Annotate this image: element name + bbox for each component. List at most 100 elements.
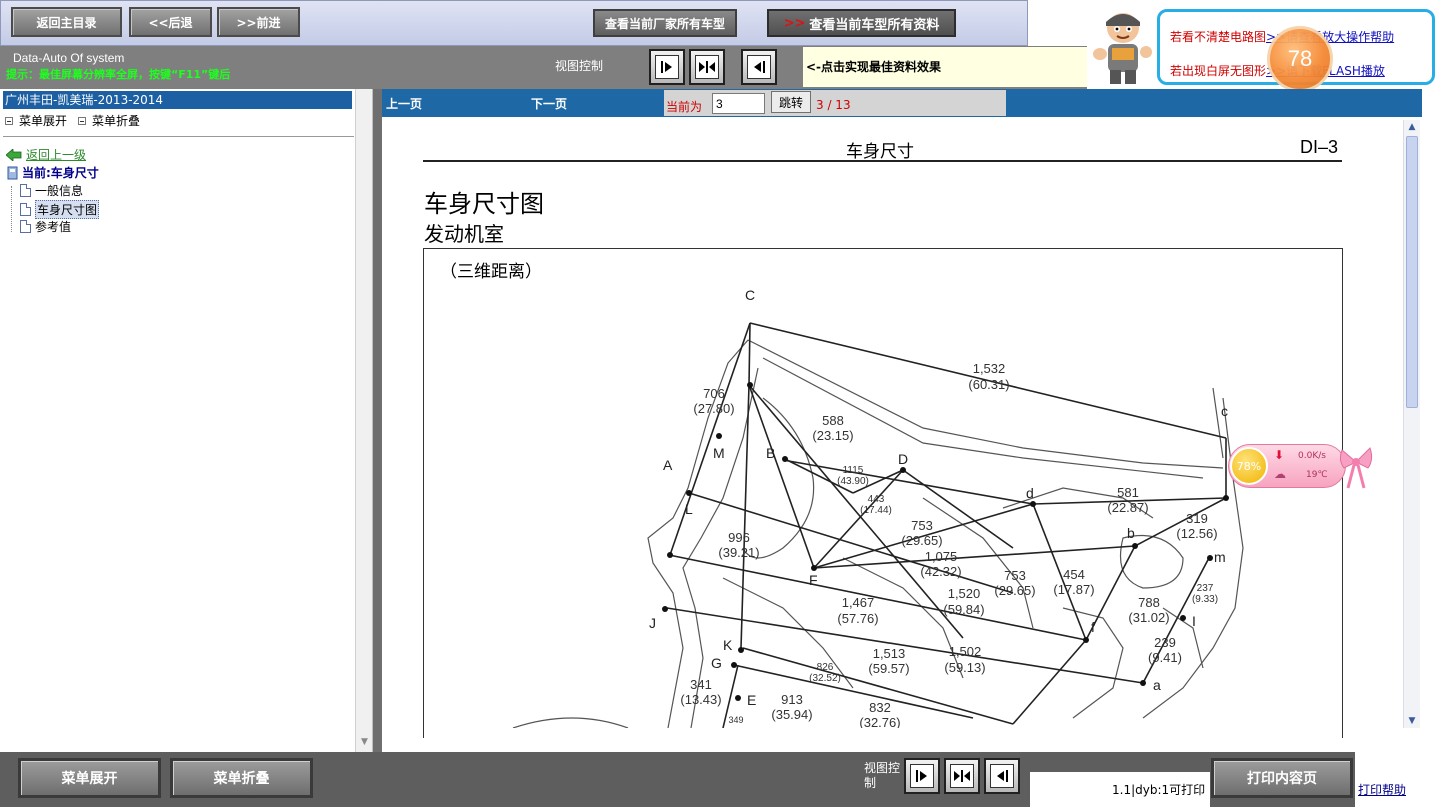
dim-inch: (32.76): [859, 715, 900, 728]
engine-compartment-diagram: C c A M B D d L b m F J K G E I f a 1,53…: [512, 287, 1244, 728]
menu-collapse-button[interactable]: 菜单折叠: [170, 758, 313, 798]
dim-inch: (9.41): [1148, 650, 1182, 665]
jump-button[interactable]: 跳转: [771, 91, 811, 113]
sidebar-item-body-dimensions[interactable]: 车身尺寸图: [20, 200, 100, 219]
sidebar-item-label: 车身尺寸图: [35, 200, 100, 219]
view-fit-left-button-bottom[interactable]: [904, 758, 940, 794]
dim-inch: (22.87): [1107, 500, 1148, 515]
view-fit-both-button-bottom[interactable]: [944, 758, 980, 794]
point-labels: C c A M B D d L b m F J K G E I f a: [649, 287, 1228, 708]
dim-value: 1,467: [842, 595, 875, 610]
green-back-arrow-icon: [6, 148, 22, 161]
view-note: <-点击实现最佳资料效果: [806, 60, 942, 74]
resolution-hint: 提示：最佳屏幕分辨率全屏，按键“F11”键后: [6, 68, 231, 81]
divider: [3, 136, 354, 137]
dim-value: 706: [703, 386, 725, 401]
back-up-link[interactable]: 返回上一级: [6, 146, 86, 163]
tree-expand-toggle[interactable]: 菜单展开: [5, 112, 67, 129]
mechanic-mascot-icon: [1093, 13, 1152, 84]
back-up-label: 返回上一级: [26, 148, 87, 162]
point-label: B: [766, 445, 775, 461]
home-button[interactable]: 返回主目录: [11, 7, 122, 37]
document-scrollbar[interactable]: ▲ ▼: [1403, 120, 1420, 728]
point-label: I: [1192, 613, 1196, 629]
dim-inch: (35.94): [771, 707, 812, 722]
point-label: A: [663, 457, 673, 473]
dim-value: 239: [1154, 635, 1176, 650]
network-weather-widget[interactable]: 78% ⬇ 0.0K/s ☁ 19℃: [1228, 440, 1374, 492]
dim-value: 913: [781, 692, 803, 707]
tree-collapse-toggle[interactable]: 菜单折叠: [78, 112, 140, 129]
dim-inch: (12.56): [1176, 526, 1217, 541]
forward-button[interactable]: >>前进: [217, 7, 300, 37]
view-fit-both-button[interactable]: [689, 49, 725, 85]
dim-value: 454: [1063, 567, 1085, 582]
point-label: b: [1127, 525, 1135, 541]
page-number-input[interactable]: [712, 93, 765, 114]
point-label: m: [1214, 549, 1226, 565]
point-label: E: [747, 692, 756, 708]
document-icon: [20, 203, 31, 216]
sidebar-item-general-info[interactable]: 一般信息: [20, 182, 83, 199]
dim-value: 996: [728, 530, 750, 545]
sidebar-item-reference-values[interactable]: 参考值: [20, 218, 71, 235]
widget-temperature: 19℃: [1306, 470, 1328, 480]
dim-inch: (57.76): [837, 611, 878, 626]
scroll-down-icon[interactable]: ▼: [358, 737, 371, 750]
cloud-icon: ☁: [1274, 467, 1286, 481]
arrows-inward-icon: [699, 61, 715, 73]
system-title: Data-Auto Of system: [13, 51, 125, 65]
dim-inch: (43.90): [837, 476, 869, 487]
scroll-thumb[interactable]: [1406, 136, 1418, 408]
point-label: F: [809, 572, 818, 588]
dim-inch: (23.15): [812, 428, 853, 443]
dim-inch: (29.65): [901, 533, 942, 548]
dim-inch: (31.02): [1128, 610, 1169, 625]
scroll-up-icon[interactable]: ▲: [1405, 120, 1419, 134]
scroll-down-icon[interactable]: ▼: [1405, 714, 1419, 728]
arrow-right-icon: [661, 61, 672, 73]
point-label: D: [898, 451, 908, 467]
tree-expand-label: 菜单展开: [19, 114, 68, 128]
dim-value: 349: [728, 715, 743, 725]
document-icon: [20, 220, 31, 233]
floating-badge[interactable]: 78: [1267, 26, 1333, 92]
dim-inch: (29.65): [994, 583, 1035, 598]
next-page-link[interactable]: 下一页: [531, 95, 567, 112]
view-control-label: 视图控制: [555, 59, 604, 73]
all-models-button[interactable]: 查看当前厂家所有车型: [593, 9, 737, 37]
prev-page-link[interactable]: 上一页: [386, 95, 422, 112]
folder-node-icon: [7, 166, 18, 179]
expand-icon: [5, 116, 13, 125]
print-info: 1.1|dyb:1可打印: [1112, 783, 1206, 797]
view-fit-right-button[interactable]: [741, 49, 777, 85]
dim-value: 1,502: [949, 644, 982, 659]
panel-splitter[interactable]: [373, 89, 382, 752]
point-label: a: [1153, 677, 1161, 693]
sidebar-scrollbar[interactable]: ▼: [355, 89, 372, 752]
print-page-button[interactable]: 打印内容页: [1211, 758, 1353, 798]
ribbon-bow-icon: [1339, 447, 1373, 489]
dim-inch: (9.33): [1192, 594, 1218, 605]
sidebar-item-label: 一般信息: [35, 184, 84, 198]
sidebar: 广州丰田-凯美瑞-2013-2014 菜单展开 菜单折叠 返回上一级 当前:车身…: [0, 89, 373, 752]
view-fit-left-button[interactable]: [649, 49, 685, 85]
dim-value: 443: [868, 494, 885, 505]
dim-value: 581: [1117, 485, 1139, 500]
menu-expand-button[interactable]: 菜单展开: [18, 758, 161, 798]
vehicle-title: 广州丰田-凯美瑞-2013-2014: [3, 91, 352, 109]
all-data-button[interactable]: >> 查看当前车型所有资料: [767, 9, 956, 37]
page-count: 3 / 13: [816, 98, 851, 112]
dim-value: 1,532: [973, 361, 1006, 376]
print-help-link[interactable]: 打印帮助: [1358, 781, 1406, 798]
dim-value: 1,520: [948, 586, 981, 601]
dim-inch: (42.32): [920, 564, 961, 579]
section-header: 车身尺寸: [846, 142, 914, 162]
dim-inch: (59.57): [868, 661, 909, 676]
document-title: 车身尺寸图: [424, 190, 544, 218]
back-button[interactable]: <<后退: [129, 7, 212, 37]
header-rule: [423, 160, 1342, 162]
dim-value: 237: [1197, 583, 1214, 594]
arrow-right-icon: [916, 770, 927, 782]
view-fit-right-button-bottom[interactable]: [984, 758, 1020, 794]
